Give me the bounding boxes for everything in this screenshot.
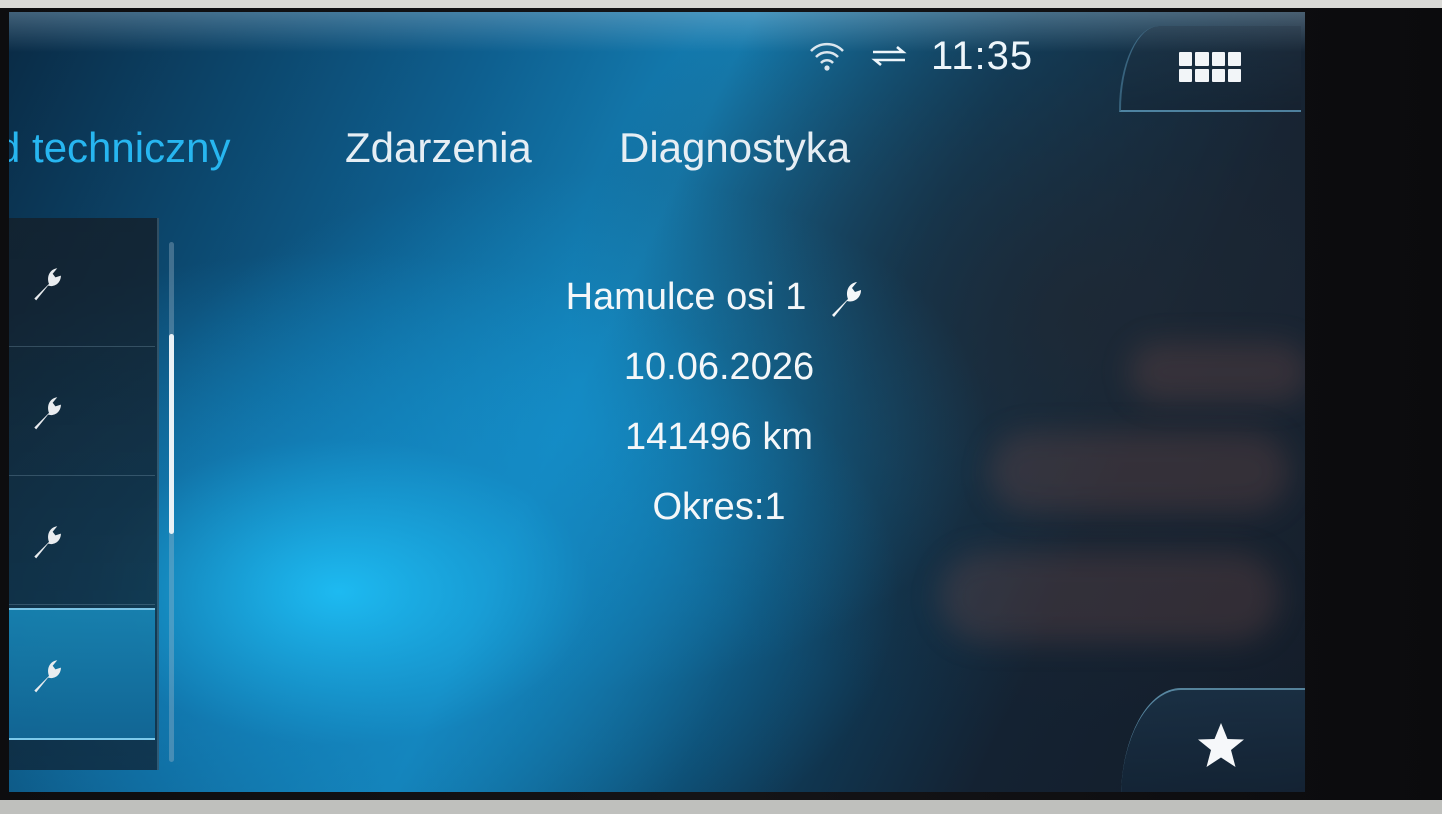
list-item[interactable] (9, 218, 155, 347)
detail-mileage: 141496 km (624, 416, 813, 458)
detail-title-row: Hamulce osi 1 (566, 262, 873, 332)
wrench-icon (832, 282, 862, 317)
reflection (989, 432, 1289, 512)
detail-date: 10.06.2026 (623, 346, 815, 388)
data-transfer-icon (869, 34, 909, 78)
list-item[interactable] (9, 476, 155, 605)
wrench-icon (34, 397, 61, 430)
tab-przeglad-techniczny[interactable]: d techniczny (9, 124, 230, 172)
wrench-icon (34, 526, 61, 559)
photo-background (0, 800, 1442, 814)
tab-diagnostyka[interactable]: Diagnostyka (619, 124, 850, 172)
scrollbar-thumb[interactable] (169, 334, 174, 534)
wrench-icon (34, 660, 61, 693)
wifi-icon (809, 34, 845, 78)
service-list (9, 218, 159, 770)
screen-glare (9, 12, 1305, 52)
infotainment-screen: 11:35 d techniczny Zdarzenia Diagnostyka (9, 12, 1305, 792)
reflection (939, 552, 1279, 642)
reflection (1129, 342, 1305, 402)
tab-zdarzenia[interactable]: Zdarzenia (345, 124, 532, 172)
grid-menu-icon[interactable] (1179, 52, 1241, 82)
wrench-icon (34, 268, 61, 301)
service-detail: Hamulce osi 1 10.06.2026 141496 km Okres… (469, 262, 969, 542)
detail-title: Hamulce osi 1 (565, 276, 807, 318)
list-item[interactable] (9, 347, 155, 476)
list-item-selected[interactable] (9, 608, 155, 740)
clock: 11:35 (931, 34, 1034, 78)
star-icon[interactable] (1195, 720, 1247, 772)
detail-period: Okres:1 (652, 486, 786, 528)
